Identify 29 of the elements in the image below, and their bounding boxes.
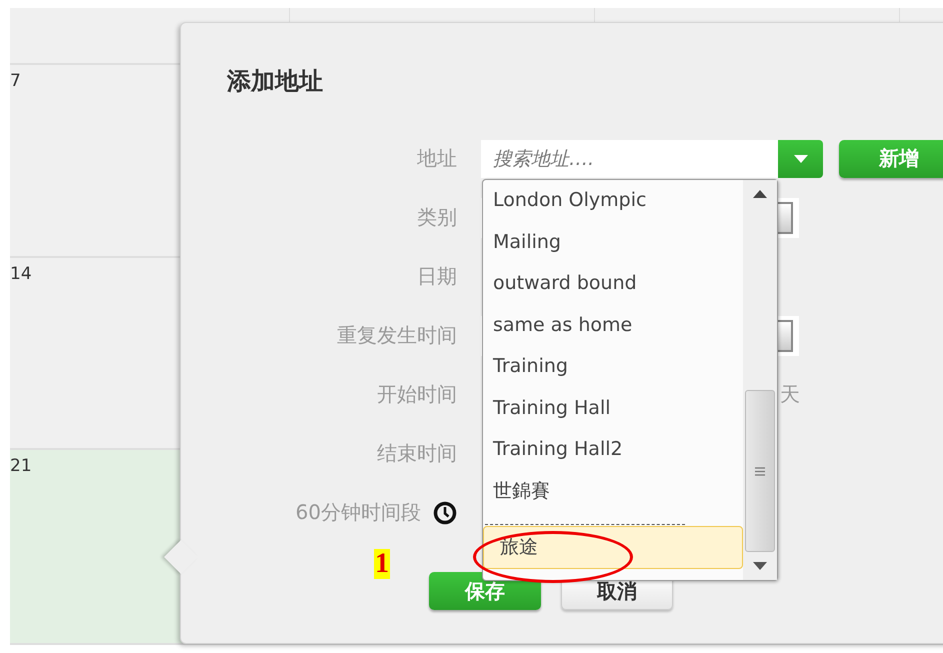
field-label: 开始时间 bbox=[377, 381, 457, 408]
dropdown-option[interactable]: Training Hall bbox=[483, 388, 743, 429]
address-search-field[interactable]: 搜索地址…. bbox=[481, 140, 778, 178]
field-label: 日期 bbox=[417, 263, 457, 290]
dropdown-option[interactable]: Training bbox=[483, 346, 743, 388]
grip-icon bbox=[755, 466, 765, 476]
field-label: 60分钟时间段 bbox=[296, 499, 421, 526]
dropdown-option[interactable]: outward bound bbox=[483, 263, 743, 304]
field-label: 结束时间 bbox=[377, 440, 457, 467]
scroll-down-icon bbox=[753, 562, 767, 570]
dropdown-option[interactable]: London Olympic bbox=[483, 180, 743, 222]
field-label: 地址 bbox=[417, 145, 457, 172]
dialog-title: 添加地址 bbox=[227, 65, 324, 97]
dropdown-option[interactable]: Training Hall2 bbox=[483, 429, 743, 470]
caret-icon bbox=[794, 154, 808, 162]
day-number: 21 bbox=[10, 456, 32, 476]
field-label: 重复发生时间 bbox=[337, 322, 457, 349]
day-number: 7 bbox=[10, 71, 21, 91]
dropdown-option[interactable]: 世錦賽 bbox=[483, 470, 743, 512]
field-label: 类别 bbox=[417, 204, 457, 231]
dropdown-button[interactable] bbox=[778, 140, 823, 178]
scrollbar[interactable] bbox=[743, 180, 777, 580]
dropdown-option[interactable]: 旅途 bbox=[483, 526, 743, 569]
clock-icon bbox=[433, 500, 457, 524]
dropdown-option[interactable]: same as home bbox=[483, 304, 743, 346]
day-number: 14 bbox=[10, 264, 32, 284]
unit-label: 天 bbox=[780, 381, 800, 408]
annotation-number: 1 bbox=[374, 549, 390, 579]
dropdown-option[interactable]: Mailing bbox=[483, 222, 743, 263]
